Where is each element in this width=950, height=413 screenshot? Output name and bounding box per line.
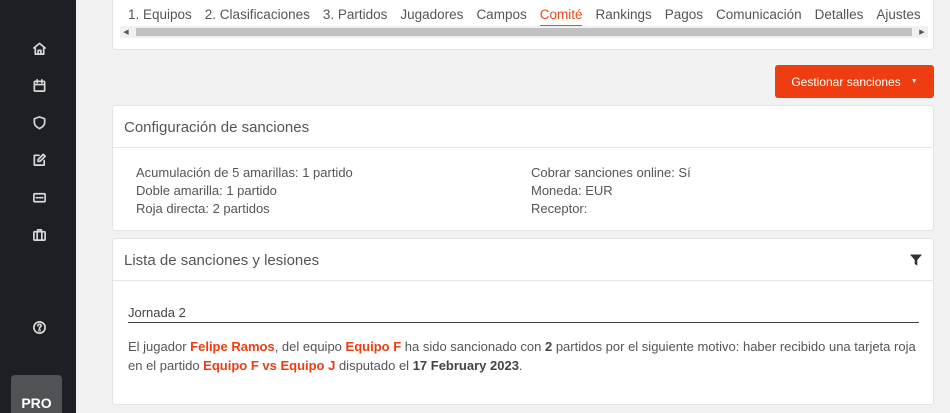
tabs-panel: 1. Equipos 2. Clasificaciones 3. Partidos J… — [112, 0, 934, 50]
sanction-entry: El jugador Felipe Ramos, del equipo Equi… — [128, 337, 928, 375]
tab-comite[interactable]: Comité — [539, 7, 583, 27]
config-title: Configuración de sanciones — [113, 106, 933, 148]
tab-campos[interactable]: Campos — [476, 7, 526, 25]
tab-partidos[interactable]: 3. Partidos — [323, 7, 388, 25]
sanctions-list-panel: Lista de sanciones y lesiones Jornada 2 … — [112, 238, 934, 405]
list-header: Lista de sanciones y lesiones — [113, 239, 933, 281]
sanction-text: ha sido sancionado con — [401, 339, 545, 354]
tabs-scrollbar[interactable]: ◀ ▶ — [120, 26, 928, 38]
edit-icon[interactable] — [28, 148, 50, 170]
config-item: Cobrar sanciones online: Sí — [531, 165, 691, 180]
home-icon[interactable] — [28, 37, 50, 59]
config-item: Doble amarilla: 1 partido — [136, 183, 277, 198]
sanction-text: disputado el — [335, 358, 413, 373]
scroll-right-icon[interactable]: ▶ — [916, 26, 928, 38]
sanction-text: . — [518, 358, 523, 373]
tab-pagos[interactable]: Pagos — [665, 7, 703, 25]
config-item: Moneda: EUR — [531, 183, 613, 198]
sanction-text: El jugador — [128, 339, 191, 354]
filter-icon[interactable] — [909, 253, 923, 267]
tab-jugadores[interactable]: Jugadores — [400, 7, 463, 25]
pro-badge[interactable]: PRO — [11, 375, 62, 413]
sanctions-config-panel: Configuración de sanciones Acumulación d… — [112, 105, 934, 231]
shield-icon[interactable] — [28, 111, 50, 133]
tab-ajustes[interactable]: Ajustes — [876, 7, 920, 25]
caret-down-icon: ▼ — [910, 78, 918, 85]
player-link[interactable]: Felipe Ramos — [190, 339, 275, 354]
briefcase-icon[interactable] — [28, 223, 50, 245]
scroll-thumb[interactable] — [136, 28, 912, 36]
match-link[interactable]: Equipo F vs Equipo J — [203, 358, 335, 373]
help-icon[interactable] — [28, 316, 50, 338]
tab-bar: 1. Equipos 2. Clasificaciones 3. Partidos J… — [128, 7, 928, 27]
match-date: 17 February 2023 — [412, 358, 519, 373]
calendar-icon[interactable] — [28, 74, 50, 96]
scroll-left-icon[interactable]: ◀ — [120, 26, 132, 38]
team-link[interactable]: Equipo F — [346, 339, 402, 354]
tab-equipos[interactable]: 1. Equipos — [128, 7, 192, 25]
config-item: Roja directa: 2 partidos — [136, 201, 270, 216]
config-item: Receptor: — [531, 201, 588, 216]
manage-sanctions-button[interactable]: Gestionar sanciones ▼ — [775, 65, 934, 98]
tab-clasificaciones[interactable]: 2. Clasificaciones — [205, 7, 310, 25]
matchday-heading: Jornada 2 — [128, 305, 919, 323]
list-title: Lista de sanciones y lesiones — [124, 252, 320, 269]
sanction-text: , del equipo — [274, 339, 346, 354]
tab-rankings[interactable]: Rankings — [595, 7, 651, 25]
tab-comunicacion[interactable]: Comunicación — [716, 7, 802, 25]
config-left-column: Acumulación de 5 amarillas: 1 partido Do… — [136, 164, 353, 218]
manage-sanctions-label: Gestionar sanciones — [791, 74, 901, 89]
config-right-column: Cobrar sanciones online: Sí Moneda: EUR … — [531, 164, 691, 218]
ticket-icon[interactable] — [28, 186, 50, 208]
sidebar: PRO — [0, 0, 76, 413]
tab-detalles[interactable]: Detalles — [815, 7, 864, 25]
config-item: Acumulación de 5 amarillas: 1 partido — [136, 165, 353, 180]
